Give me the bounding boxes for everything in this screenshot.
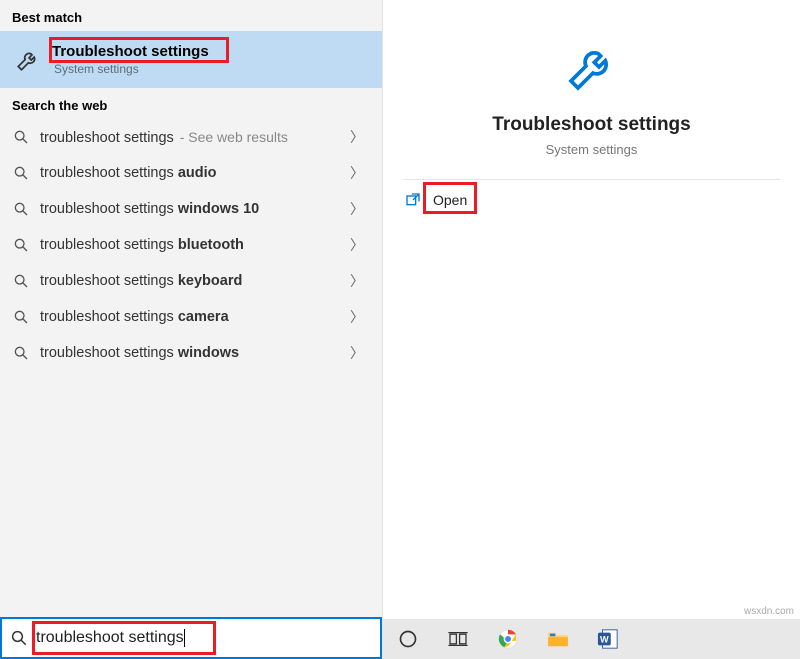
chevron-right-icon[interactable]: 〉	[344, 343, 370, 363]
search-input-text[interactable]: troubleshoot settings	[36, 625, 184, 650]
preview-title: Troubleshoot settings	[492, 114, 690, 136]
best-match-title: Troubleshoot settings	[52, 43, 209, 60]
chevron-right-icon[interactable]: 〉	[344, 127, 370, 147]
result-label: troubleshoot settings - See web results	[40, 129, 344, 146]
chevron-right-icon[interactable]: 〉	[344, 235, 370, 255]
watermark: wsxdn.com	[744, 606, 794, 617]
web-result-item[interactable]: troubleshoot settings audio〉	[0, 155, 382, 191]
chevron-right-icon[interactable]: 〉	[344, 271, 370, 291]
result-label: troubleshoot settings windows	[40, 345, 344, 361]
search-icon	[10, 273, 32, 289]
search-icon	[10, 165, 32, 181]
search-icon	[10, 345, 32, 361]
result-label: troubleshoot settings keyboard	[40, 273, 344, 289]
wrench-icon-large	[561, 36, 623, 98]
search-icon	[2, 629, 36, 647]
web-result-item[interactable]: troubleshoot settings bluetooth〉	[0, 227, 382, 263]
cortana-icon[interactable]	[395, 626, 421, 652]
search-icon	[10, 129, 32, 145]
result-label: troubleshoot settings audio	[40, 165, 344, 181]
result-label: troubleshoot settings camera	[40, 309, 344, 325]
svg-text:W: W	[600, 635, 609, 645]
file-explorer-icon[interactable]	[545, 626, 571, 652]
text-cursor	[184, 629, 185, 647]
search-icon	[10, 237, 32, 253]
best-match-subtitle: System settings	[54, 62, 209, 76]
best-match-header: Best match	[0, 0, 382, 31]
web-result-item[interactable]: troubleshoot settings windows 10〉	[0, 191, 382, 227]
result-label: troubleshoot settings windows 10	[40, 201, 344, 217]
taskbar: W	[383, 619, 800, 659]
search-panel: Best match Troubleshoot settings System …	[0, 0, 383, 659]
open-icon	[401, 192, 425, 208]
search-box[interactable]: troubleshoot settings	[0, 617, 382, 659]
search-icon	[10, 309, 32, 325]
web-result-item[interactable]: troubleshoot settings keyboard〉	[0, 263, 382, 299]
best-match-result[interactable]: Troubleshoot settings System settings	[0, 31, 382, 88]
search-icon	[10, 201, 32, 217]
preview-panel: Troubleshoot settings System settings Op…	[383, 0, 800, 659]
task-view-icon[interactable]	[445, 626, 471, 652]
wrench-icon	[14, 46, 42, 74]
preview-subtitle: System settings	[546, 142, 638, 157]
chevron-right-icon[interactable]: 〉	[344, 307, 370, 327]
web-results-list: troubleshoot settings - See web results〉…	[0, 119, 382, 368]
chevron-right-icon[interactable]: 〉	[344, 163, 370, 183]
chrome-icon[interactable]	[495, 626, 521, 652]
open-label: Open	[433, 192, 467, 208]
web-result-item[interactable]: troubleshoot settings - See web results〉	[0, 119, 382, 155]
web-header: Search the web	[0, 88, 382, 119]
web-result-item[interactable]: troubleshoot settings camera〉	[0, 299, 382, 335]
open-action[interactable]: Open	[383, 180, 800, 220]
result-label: troubleshoot settings bluetooth	[40, 237, 344, 253]
chevron-right-icon[interactable]: 〉	[344, 199, 370, 219]
web-result-item[interactable]: troubleshoot settings windows〉	[0, 335, 382, 368]
word-icon[interactable]: W	[595, 626, 621, 652]
